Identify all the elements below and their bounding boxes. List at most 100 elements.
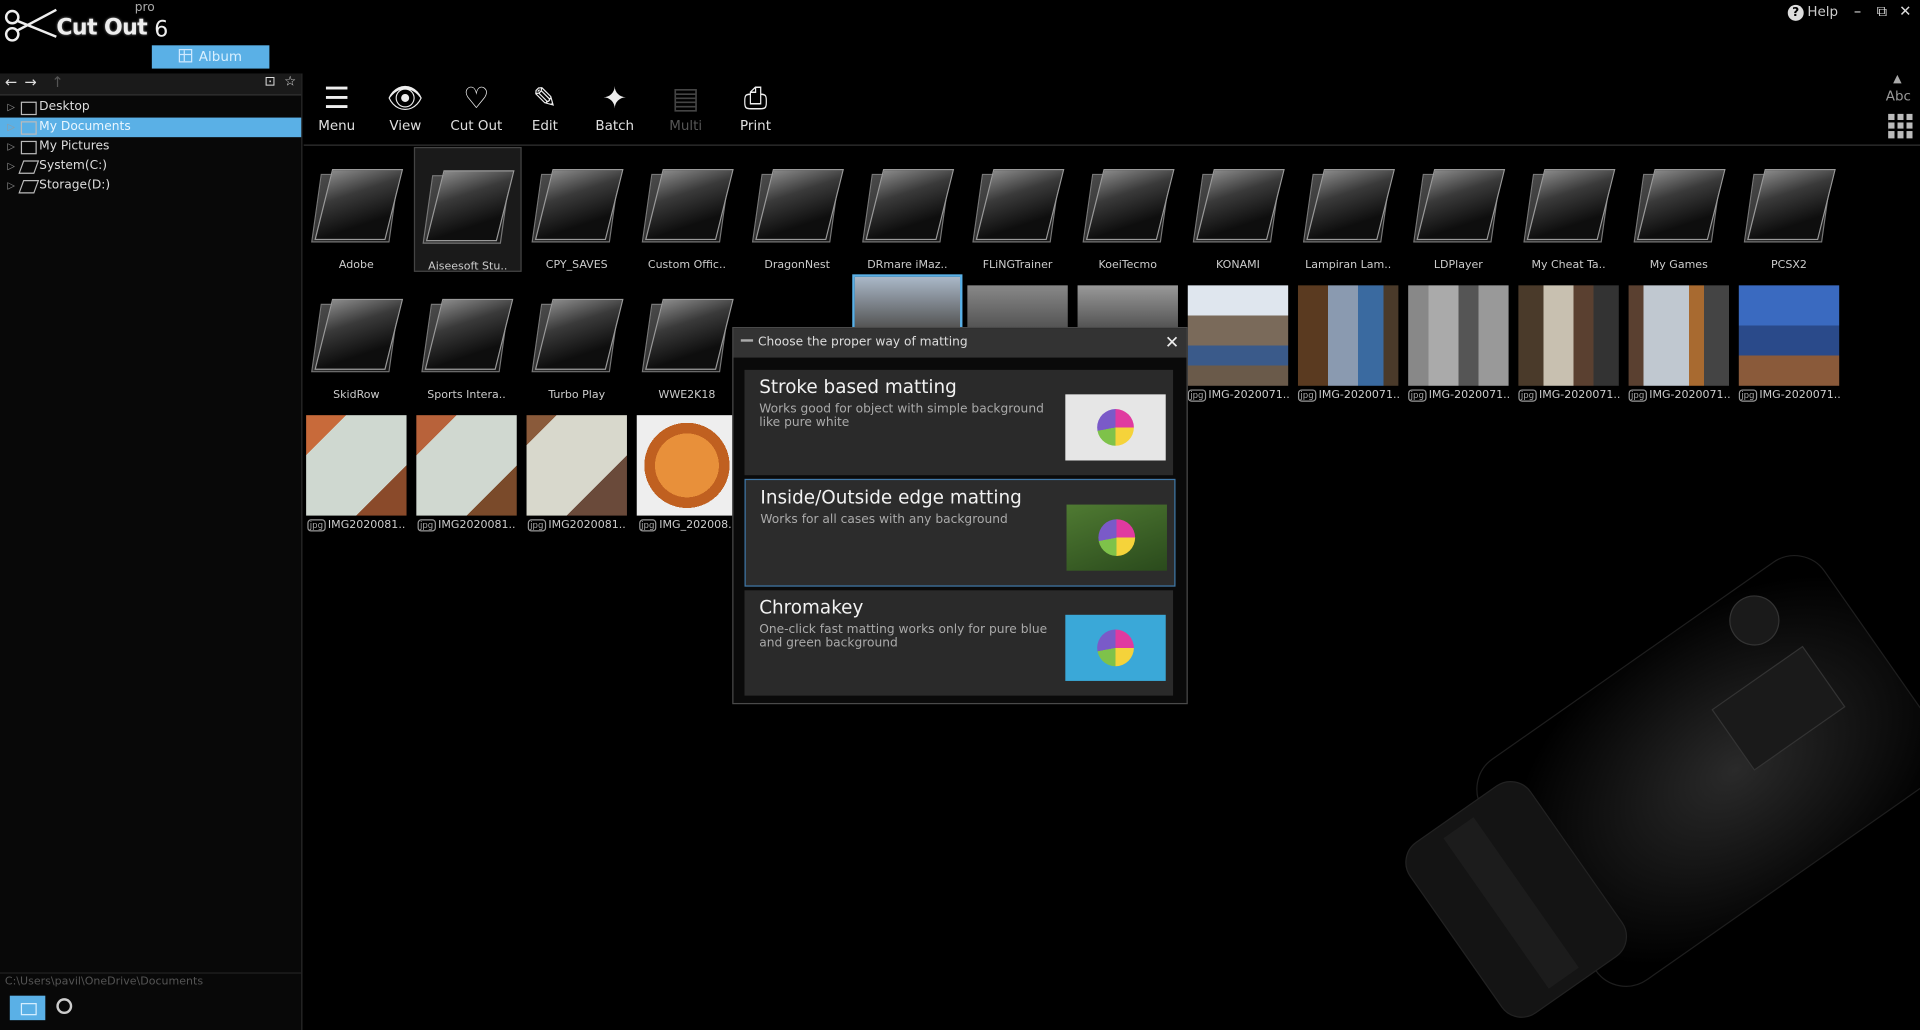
expand-arrow-icon[interactable]: ▷: [7, 118, 15, 138]
toolbar-label: Edit: [531, 117, 558, 134]
expand-arrow-icon[interactable]: ▷: [7, 157, 15, 177]
photo-thumbnail[interactable]: [1297, 285, 1399, 386]
option-inside-outside-edge[interactable]: Inside/Outside edge matting Works for al…: [744, 478, 1176, 587]
folder-item[interactable]: Adobe: [304, 147, 409, 272]
jpg-badge-icon: jpg: [638, 519, 657, 532]
close-icon[interactable]: ✕: [1165, 328, 1179, 357]
toolbar-label: Batch: [595, 117, 635, 134]
option-preview-image: [1066, 504, 1167, 571]
photo-thumbnail[interactable]: [526, 415, 627, 516]
expand-arrow-icon[interactable]: ▷: [7, 176, 15, 196]
photo-thumbnail[interactable]: [1408, 285, 1509, 386]
browse-folder-button[interactable]: [9, 995, 46, 1021]
tree-item-desktop[interactable]: ▷ Desktop: [0, 98, 301, 118]
folder-item[interactable]: DragonNest: [744, 147, 849, 272]
photo-filename: IMG2020081..: [438, 519, 516, 532]
forward-arrow-icon[interactable]: →: [24, 73, 36, 90]
print-button[interactable]: ⎙ Print: [722, 78, 788, 134]
folder-name: Adobe: [338, 259, 374, 272]
folder-item[interactable]: KONAMI: [1185, 147, 1290, 272]
folder-item[interactable]: PCSX2: [1736, 147, 1841, 272]
folder-icon: [1082, 164, 1175, 243]
up-arrow-icon[interactable]: ↑: [51, 73, 63, 90]
tree-item-label: My Pictures: [39, 139, 110, 154]
jpg-badge-icon: jpg: [1187, 389, 1206, 402]
folder-icon: [422, 165, 515, 244]
photo-filename: IMG2020081..: [327, 519, 406, 532]
restore-button[interactable]: ⧉: [1872, 2, 1892, 20]
tree-item-label: Desktop: [39, 100, 90, 114]
photo-thumbnail[interactable]: [852, 274, 963, 330]
photo-thumbnail[interactable]: [306, 415, 407, 516]
photo-name: jpg IMG2020081..: [527, 519, 627, 532]
eye-icon: 👁: [386, 80, 424, 116]
folder-item[interactable]: Lampiran Lam..: [1296, 147, 1401, 272]
photo-thumbnail[interactable]: [1628, 285, 1729, 386]
tree-item-label: My Documents: [39, 120, 131, 134]
batch-button[interactable]: ✦ Batch: [582, 78, 648, 134]
folder-item[interactable]: Aiseesoft Stu..: [413, 146, 522, 273]
folder-item[interactable]: Custom Offic..: [634, 147, 739, 272]
app-logo: Cut Out pro 6: [2, 0, 186, 44]
grid-view-icon[interactable]: [1888, 113, 1913, 139]
folder-item[interactable]: CPY_SAVES: [524, 147, 629, 272]
folder-icon: [311, 164, 404, 243]
folder-item[interactable]: SkidRow: [304, 277, 409, 402]
album-button[interactable]: Album: [151, 45, 270, 69]
tree-item-storage-d[interactable]: ▷ Storage(D:): [0, 176, 301, 196]
option-chromakey[interactable]: Chromakey One-click fast matting works o…: [744, 590, 1174, 696]
folder-name: KoeiTecmo: [1098, 259, 1157, 272]
photo-filename: IMG_202008..: [659, 519, 736, 532]
back-arrow-icon[interactable]: ←: [5, 73, 17, 90]
photo-filename: IMG-2020071..: [1428, 389, 1511, 402]
view-button[interactable]: 👁 View: [372, 78, 438, 134]
photo-thumbnail[interactable]: [1518, 285, 1619, 386]
folder-name: Turbo Play: [548, 389, 606, 402]
option-stroke-based[interactable]: Stroke based matting Works good for obje…: [744, 369, 1174, 476]
text-view-button[interactable]: Abc: [1886, 88, 1911, 104]
menu-button[interactable]: ☰ Menu: [304, 78, 370, 134]
folder-item[interactable]: LDPlayer: [1406, 147, 1511, 272]
tree-item-my-pictures[interactable]: ▷ My Pictures: [0, 137, 301, 157]
photo-thumbnail[interactable]: [416, 415, 517, 516]
folder-item[interactable]: KoeiTecmo: [1075, 147, 1180, 272]
folder-item[interactable]: My Games: [1626, 147, 1731, 272]
option-heading: Chromakey: [759, 596, 864, 619]
photo-thumbnail[interactable]: [1187, 285, 1289, 386]
toolbar-label: Print: [740, 117, 772, 134]
tree-item-my-documents[interactable]: ▷ My Documents: [0, 117, 302, 138]
minimize-button[interactable]: –: [1848, 2, 1868, 19]
expand-arrow-icon[interactable]: ▷: [7, 98, 15, 118]
close-button[interactable]: ✕: [1896, 2, 1916, 19]
folder-name: KONAMI: [1216, 259, 1260, 272]
folder-item[interactable]: DRmare iMaz..: [855, 147, 960, 272]
folder-item[interactable]: FLiNGTrainer: [965, 147, 1070, 272]
jpg-badge-icon: jpg: [1738, 389, 1757, 402]
multi-button[interactable]: ▤ Multi: [653, 78, 719, 134]
multi-icon: ▤: [671, 80, 700, 116]
favorite-star-icon[interactable]: ☆: [284, 73, 296, 89]
tree-item-system-c[interactable]: ▷ System(C:): [0, 157, 301, 177]
drive-icon: [18, 180, 40, 194]
search-icon[interactable]: [56, 998, 73, 1015]
photo-thumbnail[interactable]: [1738, 285, 1840, 386]
collapse-arrow-icon[interactable]: ▲: [1893, 73, 1901, 85]
edit-button[interactable]: ✎ Edit: [512, 78, 578, 134]
photo-thumbnail[interactable]: [967, 285, 1068, 327]
expand-arrow-icon[interactable]: ▷: [7, 137, 15, 157]
photo-thumbnail[interactable]: [636, 415, 738, 516]
option-description: Works good for object with simple backgr…: [759, 402, 1044, 430]
cut-out-button[interactable]: ♡ Cut Out: [443, 78, 509, 134]
new-folder-icon[interactable]: ⊡: [264, 73, 275, 89]
toolbar-label: Menu: [318, 117, 356, 134]
folder-item[interactable]: WWE2K18: [634, 277, 739, 402]
photo-thumbnail[interactable]: [1077, 285, 1178, 327]
folder-name: SkidRow: [333, 389, 380, 402]
folder-item[interactable]: Turbo Play: [524, 277, 629, 402]
option-heading: Inside/Outside edge matting: [760, 486, 1022, 509]
photo-name: jpg IMG2020081..: [416, 519, 516, 532]
folder-item[interactable]: Sports Intera..: [414, 277, 519, 402]
folder-item[interactable]: My Cheat Ta..: [1516, 147, 1621, 272]
folder-icon: [641, 164, 734, 243]
help-button[interactable]: ? Help: [1787, 4, 1838, 21]
